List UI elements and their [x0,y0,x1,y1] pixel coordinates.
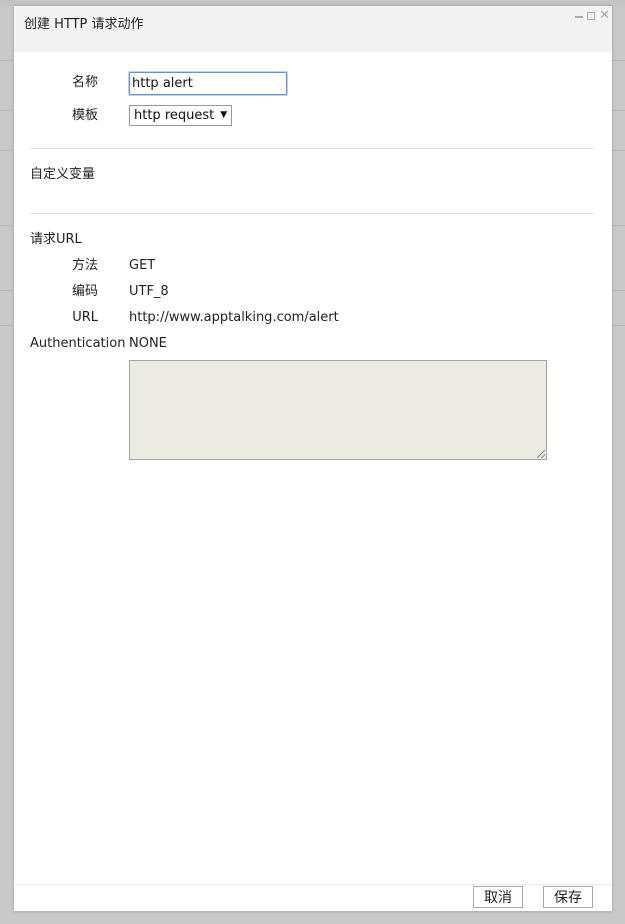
cancel-button[interactable]: 取消 [473,886,523,908]
dialog-title: 创建 HTTP 请求动作 [24,17,144,32]
resize-handle-icon[interactable] [537,450,545,458]
divider [30,148,594,149]
maximize-icon[interactable] [587,10,596,22]
authentication-row: Authentication NONE [14,333,612,355]
minimize-icon[interactable] [575,10,584,22]
custom-variables-heading: 自定义变量 [30,167,96,182]
dialog-titlebar[interactable]: 创建 HTTP 请求动作 ✕ [14,6,612,52]
window-controls: ✕ [575,9,610,22]
encoding-label: 编码 [71,284,98,299]
footer-divider [14,884,612,885]
url-value: http://www.apptalking.com/alert [129,310,339,325]
request-url-heading: 请求URL [30,232,82,247]
encoding-row: 编码 UTF_8 [14,281,612,303]
method-value: GET [129,258,156,273]
create-http-action-dialog: 创建 HTTP 请求动作 ✕ 名称 模板 http request ▼ 自定义变… [14,6,612,911]
authentication-value: NONE [129,336,167,351]
name-label: 名称 [71,75,98,90]
url-row: URL http://www.apptalking.com/alert [14,307,612,329]
template-label: 模板 [71,108,98,123]
divider [30,213,594,214]
method-row: 方法 GET [14,255,612,277]
name-input[interactable] [128,71,288,96]
encoding-value: UTF_8 [129,284,169,299]
url-label: URL [72,310,98,325]
authentication-label: Authentication [30,336,126,351]
template-row: 模板 http request ▼ [14,105,612,127]
template-select[interactable]: http request ▼ [129,105,233,126]
close-icon[interactable]: ✕ [599,9,610,22]
request-body-textarea[interactable] [129,360,547,460]
method-label: 方法 [71,258,98,273]
dropdown-arrow-icon: ▼ [220,110,228,120]
template-select-value: http request [134,108,215,123]
save-button[interactable]: 保存 [543,886,593,908]
name-row: 名称 [14,71,612,96]
